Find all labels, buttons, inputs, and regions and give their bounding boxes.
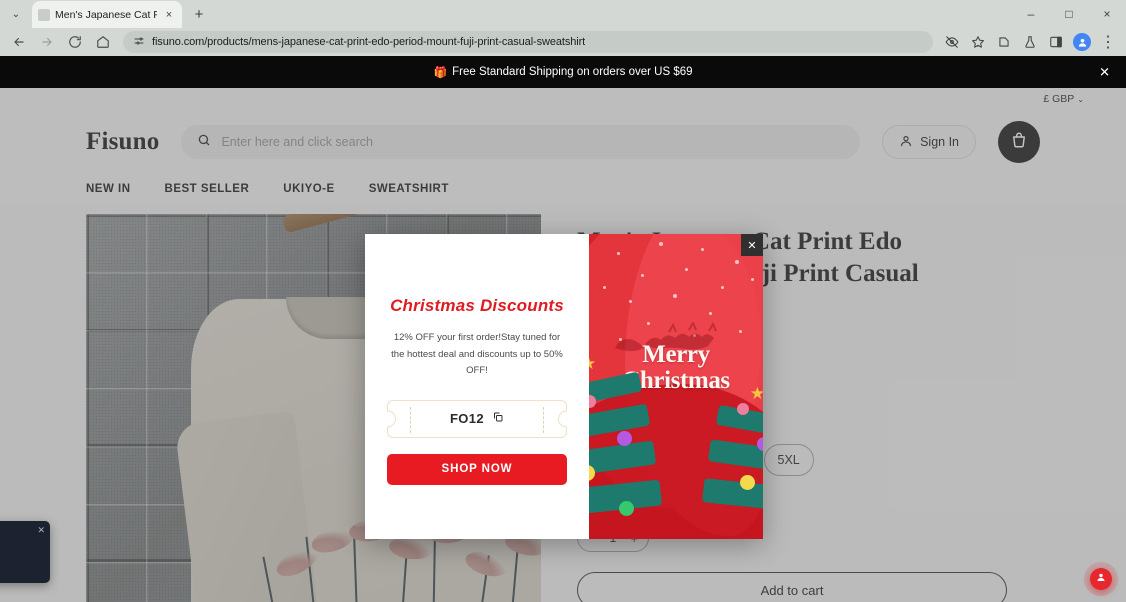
site-settings-icon[interactable] xyxy=(133,35,145,50)
gift-icon: 🎁 xyxy=(433,66,448,79)
christmas-tree-right: ★ xyxy=(695,385,763,539)
tracking-protection-icon[interactable] xyxy=(940,30,964,54)
modal-artwork: Merry Christmas ★ ★ xyxy=(589,234,763,539)
tab-title: Men's Japanese Cat Print Edo P xyxy=(55,8,157,21)
promo-close-icon[interactable]: ✕ xyxy=(1099,66,1110,79)
bookmark-star-icon[interactable] xyxy=(966,30,990,54)
browser-window: ⌄ Men's Japanese Cat Print Edo P × + – □… xyxy=(0,0,1126,602)
url-text: fisuno.com/products/mens-japanese-cat-pr… xyxy=(152,36,586,48)
modal-content-panel: Christmas Discounts 12% OFF your first o… xyxy=(365,234,589,539)
support-fab-button[interactable] xyxy=(1090,568,1112,590)
modal-close-button[interactable]: ✕ xyxy=(741,234,763,256)
flask-icon[interactable] xyxy=(1018,30,1042,54)
forward-icon[interactable] xyxy=(34,30,60,54)
toast-close-icon[interactable]: ✕ xyxy=(37,525,45,536)
coupon-code-field[interactable]: FO12 xyxy=(387,399,567,438)
minimize-icon[interactable]: – xyxy=(1012,0,1050,28)
page-viewport: 🎁 Free Standard Shipping on orders over … xyxy=(0,56,1126,602)
window-close-icon[interactable]: × xyxy=(1088,0,1126,28)
tab-favicon-icon xyxy=(38,8,50,21)
profile-avatar[interactable] xyxy=(1070,30,1094,54)
home-icon[interactable] xyxy=(90,30,116,54)
promo-banner: 🎁 Free Standard Shipping on orders over … xyxy=(0,56,1126,88)
support-icon xyxy=(1095,570,1107,588)
side-panel-icon[interactable] xyxy=(1044,30,1068,54)
modal-subtitle: 12% OFF your first order!Stay tuned for … xyxy=(391,332,563,377)
browser-tab[interactable]: Men's Japanese Cat Print Edo P × xyxy=(32,1,182,28)
christmas-discount-modal: Christmas Discounts 12% OFF your first o… xyxy=(365,234,763,539)
reload-icon[interactable] xyxy=(62,30,88,54)
tab-strip: ⌄ Men's Japanese Cat Print Edo P × + – □… xyxy=(0,0,1126,28)
address-bar[interactable]: fisuno.com/products/mens-japanese-cat-pr… xyxy=(123,31,933,53)
coupon-code-text: FO12 xyxy=(449,411,485,427)
tab-close-icon[interactable]: × xyxy=(162,8,176,22)
promo-text: Free Standard Shipping on orders over US… xyxy=(452,66,693,78)
shop-now-button[interactable]: SHOP NOW xyxy=(387,453,567,485)
modal-title: Christmas Discounts xyxy=(390,296,564,315)
avatar-icon xyxy=(1073,33,1091,51)
extensions-icon[interactable] xyxy=(992,30,1016,54)
back-icon[interactable] xyxy=(6,30,32,54)
tab-search-icon[interactable]: ⌄ xyxy=(4,1,28,27)
recent-activity-toast[interactable]: ✕ rint T- xyxy=(0,521,50,583)
window-controls: – □ × xyxy=(1012,0,1126,28)
new-tab-icon[interactable]: + xyxy=(186,1,212,27)
browser-toolbar: fisuno.com/products/mens-japanese-cat-pr… xyxy=(0,28,1126,56)
copy-icon[interactable] xyxy=(492,410,504,428)
maximize-icon[interactable]: □ xyxy=(1050,0,1088,28)
browser-menu-icon[interactable]: ⋮ xyxy=(1096,30,1120,54)
christmas-tree-left: ★ xyxy=(589,355,663,539)
